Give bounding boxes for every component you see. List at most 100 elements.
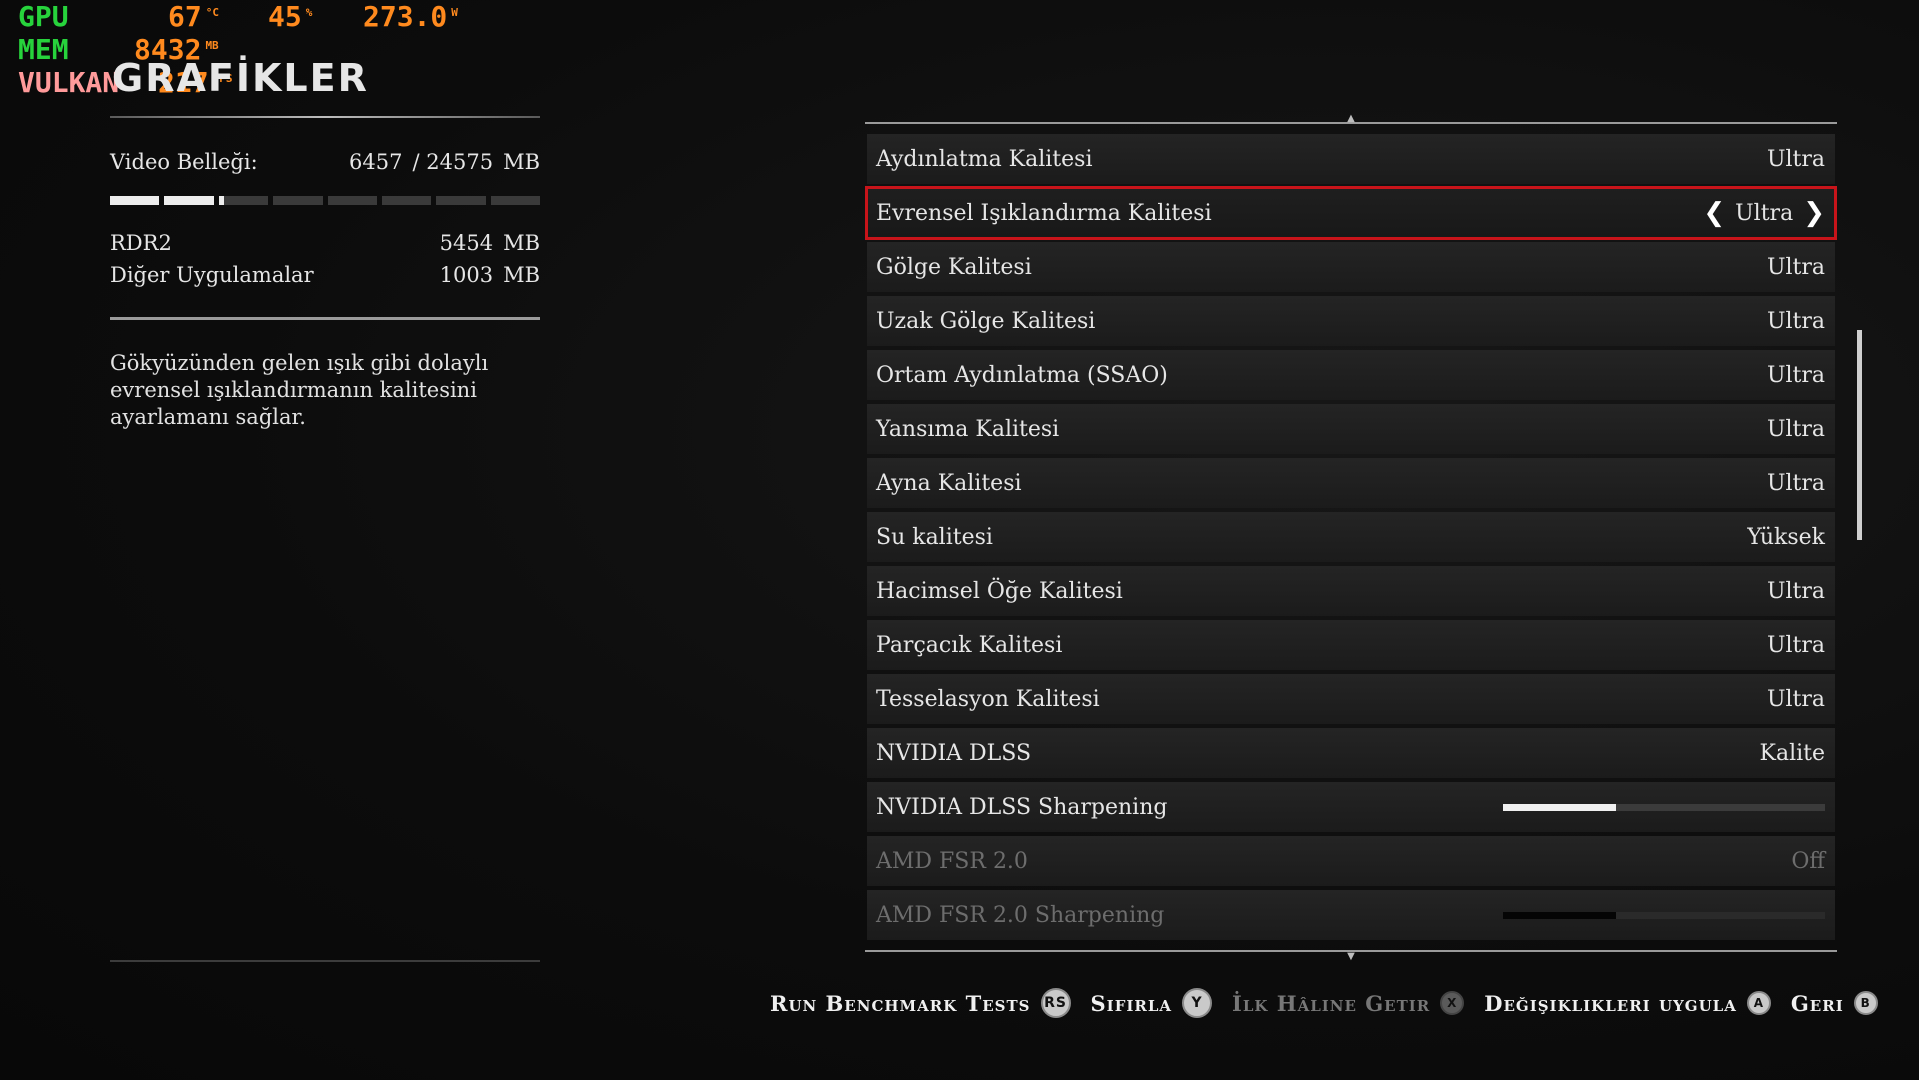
chevron-left-icon[interactable]: ❮: [1703, 198, 1725, 228]
osd-gpu-temp: 67 °C: [168, 0, 219, 33]
setting-row-ortam-aydinlatma-ssao[interactable]: Ortam Aydınlatma (SSAO) Ultra: [867, 350, 1835, 400]
video-memory-bar: [110, 196, 540, 205]
setting-label: Gölge Kalitesi: [876, 254, 1032, 280]
controller-button-b-icon: B: [1853, 991, 1878, 1015]
setting-label: Hacimsel Öğe Kalitesi: [876, 578, 1123, 604]
setting-row-yansima-kalitesi[interactable]: Yansıma Kalitesi Ultra: [867, 404, 1835, 454]
setting-value: Ultra: [1766, 308, 1825, 334]
video-memory-bar-segment: [273, 196, 323, 205]
osd-mem-label: MEM: [18, 33, 69, 66]
setting-row-nvidia-dlss[interactable]: NVIDIA DLSS Kalite: [867, 728, 1835, 778]
setting-slider-fill: [1503, 911, 1616, 919]
info-panel: Video Belleği: 6457 / 24575 MB RDR2 5454…: [110, 116, 540, 431]
settings-scrollbar[interactable]: [1857, 330, 1862, 540]
controller-button-x-icon: X: [1440, 991, 1465, 1015]
setting-row-nvidia-dlss-sharpening[interactable]: NVIDIA DLSS Sharpening: [867, 782, 1835, 832]
setting-row-amd-fsr-2-0-sharpening: AMD FSR 2.0 Sharpening: [867, 890, 1835, 940]
setting-label: NVIDIA DLSS: [876, 740, 1032, 766]
memory-usage-list: RDR2 5454 MB Diğer Uygulamalar 1003 MB: [110, 227, 540, 291]
page-title: GRAFİKLER: [112, 56, 369, 100]
video-memory-bar-segment: [164, 196, 214, 205]
chevron-right-icon[interactable]: ❯: [1803, 198, 1825, 228]
setting-row-golge-kalitesi[interactable]: Gölge Kalitesi Ultra: [867, 242, 1835, 292]
setting-row-tesselasyon-kalitesi[interactable]: Tesselasyon Kalitesi Ultra: [867, 674, 1835, 724]
osd-gpu-temp-unit: °C: [205, 6, 219, 19]
hint-run-benchmark-tests[interactable]: Run Benchmark Tests RS: [770, 988, 1071, 1018]
setting-description: Gökyüzünden gelen ışık gibi dolaylı evre…: [110, 351, 489, 429]
setting-label: Yansıma Kalitesi: [876, 416, 1060, 442]
hint-degisiklikleri-uygula[interactable]: Değişiklikleri uygula A: [1484, 991, 1771, 1016]
setting-value: Ultra: [1766, 416, 1825, 442]
hint-ilk-haline-getir: İlk Hâline Getir X: [1232, 990, 1465, 1016]
video-memory-total: / 24575: [412, 150, 494, 174]
controller-button-rs-icon: RS: [1040, 988, 1071, 1018]
memory-usage-unit: MB: [503, 263, 540, 287]
setting-value: Ultra: [1766, 254, 1825, 280]
settings-rows: Aydınlatma Kalitesi Ultra Evrensel Işıklan…: [865, 134, 1837, 944]
setting-row-aydinlatma-kalitesi[interactable]: Aydınlatma Kalitesi Ultra: [867, 134, 1835, 184]
osd-gpu-label: GPU: [18, 0, 69, 33]
video-memory-bar-segment: [327, 196, 377, 205]
setting-label: Su kalitesi: [876, 524, 993, 550]
setting-slider-fill: [1503, 803, 1616, 811]
setting-value: Ultra: [1766, 578, 1825, 604]
setting-row-su-kalitesi[interactable]: Su kalitesi Yüksek: [867, 512, 1835, 562]
setting-row-hacimsel-oge-kalitesi[interactable]: Hacimsel Öğe Kalitesi Ultra: [867, 566, 1835, 616]
setting-value: Kalite: [1759, 740, 1825, 766]
memory-usage-row: Diğer Uygulamalar 1003 MB: [110, 259, 540, 291]
video-memory-bar-segment: [381, 196, 432, 205]
setting-value: Ultra: [1766, 686, 1825, 712]
osd-gpu-power-unit: W: [451, 6, 458, 19]
video-memory-bar-segment: [110, 196, 160, 205]
video-memory-unit: MB: [503, 150, 540, 174]
osd-gpu-power-value: 273.0: [363, 0, 448, 33]
controller-button-a-icon: A: [1746, 991, 1771, 1015]
setting-row-ayna-kalitesi[interactable]: Ayna Kalitesi Ultra: [867, 458, 1835, 508]
video-memory-bar-segment: [218, 196, 269, 205]
video-memory-row: Video Belleği: 6457 / 24575 MB: [110, 150, 540, 174]
hint-label: Sıfırla: [1090, 990, 1173, 1016]
setting-row-evrensel-isiklandirma-kalitesi[interactable]: Evrensel Işıklandırma Kalitesi ❮ Ultra ❯: [865, 186, 1837, 240]
setting-label: Ortam Aydınlatma (SSAO): [876, 362, 1168, 388]
memory-usage-value: 1003: [439, 263, 494, 287]
setting-label: AMD FSR 2.0 Sharpening: [876, 902, 1165, 928]
setting-label: Uzak Gölge Kalitesi: [876, 308, 1096, 334]
osd-gpu-load: 45%: [268, 0, 312, 33]
setting-row-uzak-golge-kalitesi[interactable]: Uzak Gölge Kalitesi Ultra: [867, 296, 1835, 346]
divider-top: [110, 116, 540, 118]
video-memory-bar-segment: [490, 196, 540, 205]
memory-usage-name: RDR2: [110, 231, 172, 255]
memory-usage-name: Diğer Uygulamalar: [110, 263, 314, 287]
osd-mem-unit: MB: [205, 39, 219, 52]
controller-hint-bar: Run Benchmark Tests RS Sıfırla Y İlk Hâline …: [770, 988, 1898, 1018]
setting-slider: [1503, 911, 1825, 919]
controller-button-y-icon: Y: [1182, 988, 1213, 1018]
osd-api-label: VULKAN: [18, 66, 120, 99]
hint-label: Run Benchmark Tests: [770, 990, 1031, 1016]
scroll-down-indicator[interactable]: ▼: [1346, 952, 1356, 962]
hint-label: İlk Hâline Getir: [1232, 990, 1431, 1016]
osd-gpu-power: 273.0 W: [363, 0, 458, 33]
memory-usage-value: 5454: [439, 231, 494, 255]
video-memory-label: Video Belleği:: [110, 150, 258, 174]
setting-value: Yüksek: [1747, 524, 1825, 550]
setting-row-parcacik-kalitesi[interactable]: Parçacık Kalitesi Ultra: [867, 620, 1835, 670]
setting-value: Off: [1791, 848, 1825, 874]
setting-label: Ayna Kalitesi: [876, 470, 1022, 496]
setting-label: NVIDIA DLSS Sharpening: [876, 794, 1168, 820]
scroll-up-indicator[interactable]: ▲: [1346, 114, 1356, 124]
hint-sifirla[interactable]: Sıfırla Y: [1091, 988, 1213, 1018]
setting-label: Evrensel Işıklandırma Kalitesi: [876, 200, 1212, 226]
osd-gpu-load-value: 45: [268, 0, 302, 33]
hint-label: Değişiklikleri uygula: [1484, 990, 1737, 1016]
video-memory-bar-segment: [436, 196, 486, 205]
setting-label: Parçacık Kalitesi: [876, 632, 1063, 658]
hint-geri[interactable]: Geri B: [1791, 991, 1878, 1016]
setting-slider[interactable]: [1503, 803, 1825, 811]
divider-bottom: [110, 960, 540, 962]
hint-label: Geri: [1790, 990, 1844, 1016]
setting-value: Ultra: [1766, 470, 1825, 496]
video-memory-used: 6457: [349, 150, 403, 174]
osd-gpu-load-unit: %: [305, 6, 313, 19]
memory-usage-unit: MB: [503, 231, 540, 255]
